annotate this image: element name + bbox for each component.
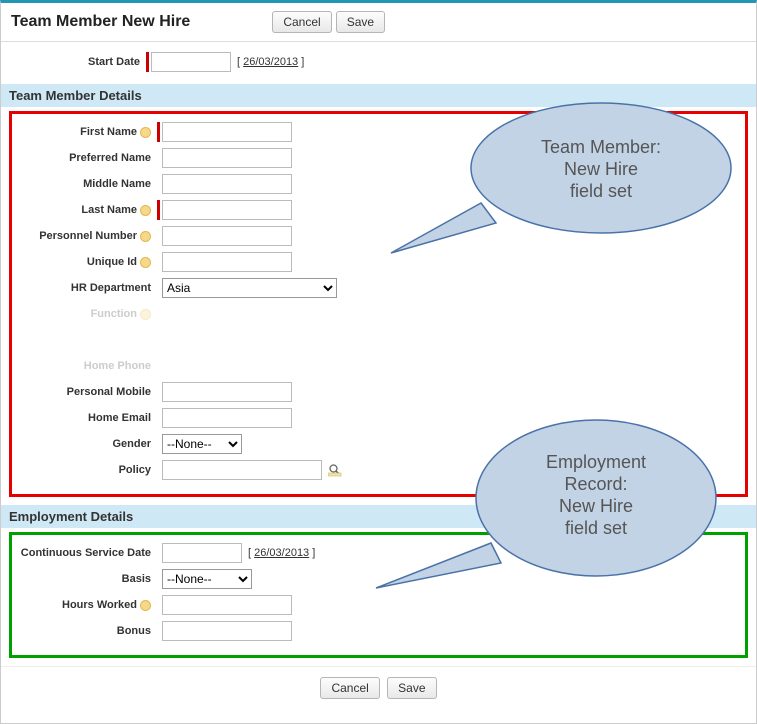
page: Team Member New Hire Cancel Save Start D…: [0, 0, 757, 724]
basis-row: Basis --None--: [12, 567, 745, 591]
gender-row: Gender --None--: [12, 432, 745, 456]
personnel-number-row: Personnel Number: [12, 224, 745, 248]
footer-buttons: Cancel Save: [1, 666, 756, 703]
personnel-number-label: Personnel Number: [12, 230, 157, 242]
personnel-number-input[interactable]: [162, 226, 292, 246]
home-email-input[interactable]: [162, 408, 292, 428]
required-indicator: [157, 200, 160, 220]
personal-mobile-row: Personal Mobile: [12, 380, 745, 404]
hr-department-row: HR Department Asia: [12, 276, 745, 300]
personal-mobile-label: Personal Mobile: [12, 386, 157, 398]
unique-id-row: Unique Id: [12, 250, 745, 274]
home-phone-label: Home Phone: [12, 360, 157, 372]
employment-details-header: Employment Details: [1, 505, 756, 528]
help-icon[interactable]: [140, 600, 151, 611]
help-icon[interactable]: [140, 205, 151, 216]
start-date-link[interactable]: [ 26/03/2013 ]: [237, 56, 304, 68]
bonus-row: Bonus: [12, 619, 745, 643]
personal-mobile-input[interactable]: [162, 382, 292, 402]
team-member-fieldset-box: First Name Preferred Name Middle Name La…: [9, 111, 748, 497]
employment-fieldset-box: Continuous Service Date [ 26/03/2013 ] B…: [9, 532, 748, 658]
last-name-row: Last Name: [12, 198, 745, 222]
help-icon[interactable]: [140, 127, 151, 138]
preferred-name-label: Preferred Name: [12, 152, 157, 164]
home-email-label: Home Email: [12, 412, 157, 424]
required-indicator: [157, 122, 160, 142]
function-row: Function: [12, 302, 745, 326]
last-name-label: Last Name: [12, 204, 157, 216]
csd-input[interactable]: [162, 543, 242, 563]
middle-name-label: Middle Name: [12, 178, 157, 190]
help-icon[interactable]: [140, 257, 151, 268]
csd-date-link[interactable]: [ 26/03/2013 ]: [248, 547, 315, 559]
last-name-input[interactable]: [162, 200, 292, 220]
start-date-label: Start Date: [1, 56, 146, 68]
help-icon: [140, 309, 151, 320]
function-label: Function: [12, 308, 157, 320]
page-header: Team Member New Hire Cancel Save: [1, 3, 756, 42]
csd-label: Continuous Service Date: [12, 547, 157, 559]
required-indicator: [146, 52, 149, 72]
page-title: Team Member New Hire: [11, 13, 190, 31]
hr-department-select[interactable]: Asia: [162, 278, 337, 298]
cancel-button-top[interactable]: Cancel: [272, 11, 331, 33]
first-name-label: First Name: [12, 126, 157, 138]
save-button-bottom[interactable]: Save: [387, 677, 436, 699]
unique-id-label: Unique Id: [12, 256, 157, 268]
hours-worked-row: Hours Worked: [12, 593, 745, 617]
basis-label: Basis: [12, 573, 157, 585]
csd-row: Continuous Service Date [ 26/03/2013 ]: [12, 541, 745, 565]
bonus-input[interactable]: [162, 621, 292, 641]
preferred-name-input[interactable]: [162, 148, 292, 168]
home-email-row: Home Email: [12, 406, 745, 430]
preferred-name-row: Preferred Name: [12, 146, 745, 170]
hours-worked-input[interactable]: [162, 595, 292, 615]
save-button-top[interactable]: Save: [336, 11, 385, 33]
policy-label: Policy: [12, 464, 157, 476]
cancel-button-bottom[interactable]: Cancel: [320, 677, 379, 699]
gender-select[interactable]: --None--: [162, 434, 242, 454]
home-phone-row: Home Phone: [12, 354, 745, 378]
middle-name-row: Middle Name: [12, 172, 745, 196]
unique-id-input[interactable]: [162, 252, 292, 272]
policy-input[interactable]: [162, 460, 322, 480]
first-name-row: First Name: [12, 120, 745, 144]
gender-label: Gender: [12, 438, 157, 450]
lookup-icon[interactable]: [328, 463, 342, 477]
team-member-details-header: Team Member Details: [1, 84, 756, 107]
help-icon[interactable]: [140, 231, 151, 242]
policy-row: Policy: [12, 458, 745, 482]
bonus-label: Bonus: [12, 625, 157, 637]
start-date-input[interactable]: [151, 52, 231, 72]
hr-department-label: HR Department: [12, 282, 157, 294]
start-date-row: Start Date [ 26/03/2013 ]: [1, 44, 756, 76]
spacer-row: [12, 328, 745, 352]
basis-select[interactable]: --None--: [162, 569, 252, 589]
first-name-input[interactable]: [162, 122, 292, 142]
hours-worked-label: Hours Worked: [12, 599, 157, 611]
middle-name-input[interactable]: [162, 174, 292, 194]
